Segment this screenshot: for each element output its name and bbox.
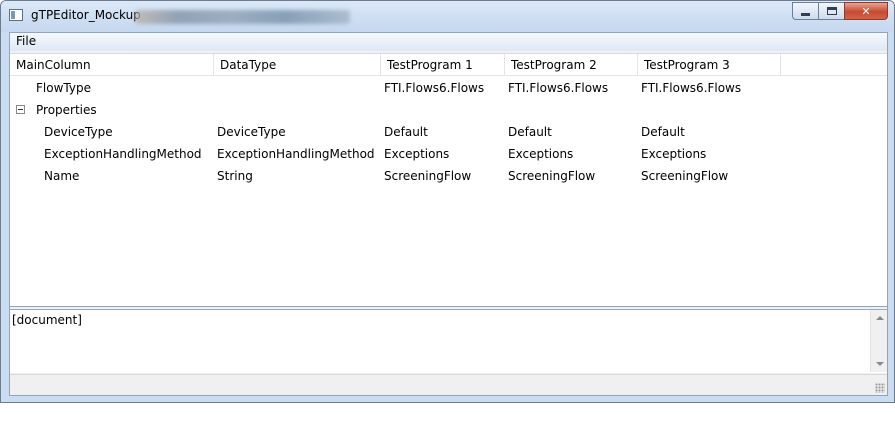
app-icon: [9, 9, 23, 21]
cell-main: DeviceType: [44, 125, 113, 139]
cell-datatype: DeviceType: [217, 125, 286, 139]
cell-testprogram-2: Default: [508, 125, 552, 139]
cell-main: ExceptionHandlingMethod: [44, 147, 202, 161]
cell-main: FlowType: [36, 81, 91, 95]
close-button[interactable]: ✕: [844, 2, 888, 20]
cell-main: Properties: [36, 103, 97, 117]
caption-buttons: ✕: [792, 2, 888, 20]
window-title: gTPEditor_Mockup: [31, 8, 141, 22]
cell-testprogram-1: ScreeningFlow: [384, 169, 472, 183]
scroll-up-icon[interactable]: [876, 316, 884, 320]
cell-testprogram-2: Exceptions: [508, 147, 574, 161]
column-header-testprogram-2[interactable]: TestProgram 2: [505, 54, 638, 76]
column-header-testprogram-1[interactable]: TestProgram 1: [381, 54, 505, 76]
cell-testprogram-2: FTI.Flows6.Flows: [508, 81, 609, 95]
grid-row-devicetype[interactable]: DeviceType DeviceType Default Default De…: [10, 121, 887, 143]
cell-testprogram-1: Default: [384, 125, 428, 139]
menu-file[interactable]: File: [16, 34, 36, 48]
resize-grip-icon[interactable]: [875, 383, 885, 393]
cell-testprogram-3: Exceptions: [641, 147, 707, 161]
client-area: File MainColumn DataType TestProgram 1 T…: [9, 32, 888, 396]
title-bar[interactable]: gTPEditor_Mockup ✕: [1, 1, 894, 32]
status-bar: [10, 374, 887, 395]
grid-row-flowtype[interactable]: FlowType FTI.Flows6.Flows FTI.Flows6.Flo…: [10, 77, 887, 99]
close-icon: ✕: [861, 4, 871, 18]
cell-datatype: ExceptionHandlingMethod: [217, 147, 375, 161]
app-window: gTPEditor_Mockup ✕ File MainColumn DataT…: [0, 0, 895, 403]
maximize-button[interactable]: [818, 2, 844, 20]
cell-testprogram-1: FTI.Flows6.Flows: [384, 81, 485, 95]
cell-main: Name: [44, 169, 80, 183]
minimize-button[interactable]: [792, 2, 818, 20]
scroll-down-icon[interactable]: [876, 362, 884, 366]
blurred-title-region: [135, 10, 350, 24]
cell-testprogram-3: Default: [641, 125, 685, 139]
maximize-icon: [826, 7, 837, 15]
cell-testprogram-1: Exceptions: [384, 147, 450, 161]
cell-testprogram-3: FTI.Flows6.Flows: [641, 81, 742, 95]
document-pane[interactable]: [document]: [10, 309, 887, 373]
minimize-icon: [801, 12, 810, 16]
menu-bar: File: [10, 33, 887, 51]
grid-header: MainColumn DataType TestProgram 1 TestPr…: [10, 54, 887, 76]
collapse-icon[interactable]: [16, 105, 25, 114]
cell-testprogram-3: ScreeningFlow: [641, 169, 729, 183]
column-header-datatype[interactable]: DataType: [214, 54, 381, 76]
document-text[interactable]: [document]: [12, 313, 82, 327]
column-header-testprogram-3[interactable]: TestProgram 3: [638, 54, 781, 76]
vertical-scrollbar[interactable]: [870, 310, 887, 372]
cell-testprogram-2: ScreeningFlow: [508, 169, 596, 183]
grid-row-exceptionhandlingmethod[interactable]: ExceptionHandlingMethod ExceptionHandlin…: [10, 143, 887, 165]
grid-row-name[interactable]: Name String ScreeningFlow ScreeningFlow …: [10, 165, 887, 187]
column-header-maincolumn[interactable]: MainColumn: [10, 54, 214, 76]
cell-datatype: String: [217, 169, 253, 183]
grid-row-properties[interactable]: Properties: [10, 99, 887, 121]
tree-grid[interactable]: MainColumn DataType TestProgram 1 TestPr…: [10, 53, 887, 307]
